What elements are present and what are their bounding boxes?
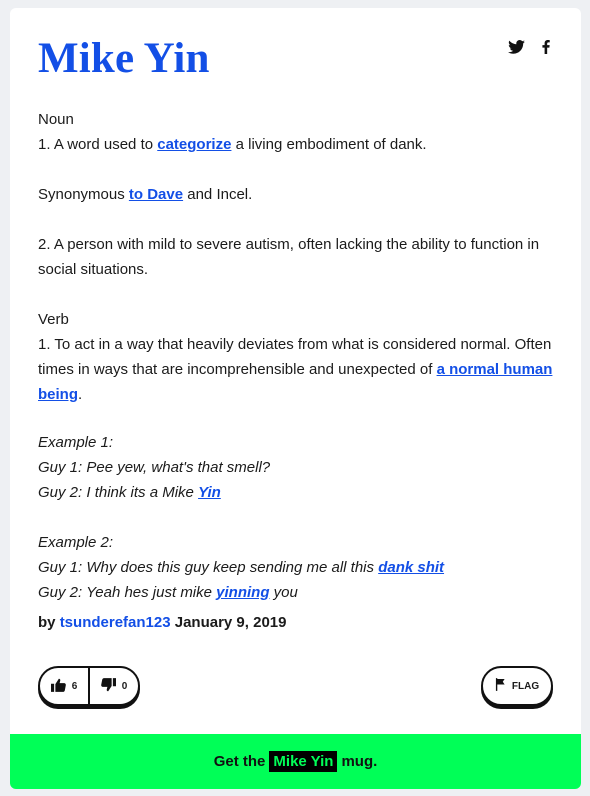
example-title: Example 1:	[38, 434, 114, 451]
example-text: you	[269, 584, 298, 601]
thumbs-up-icon	[50, 678, 66, 695]
meaning-line: 1. To act in a way that heavily deviates…	[38, 332, 563, 407]
meaning-text: .	[78, 386, 83, 403]
flag-button[interactable]: FLAG	[481, 666, 553, 706]
thumbs-down-icon	[100, 677, 116, 695]
link-to-dave[interactable]: to Dave	[129, 186, 183, 203]
twitter-icon[interactable]	[506, 38, 526, 56]
definition-card: Mike Yin Noun 1. A word used to categori…	[10, 8, 581, 789]
example-line: Guy 2: Yeah hes just mike yinning you	[38, 580, 563, 605]
author-link[interactable]: tsunderefan123	[60, 614, 171, 631]
example-line: Guy 1: Pee yew, what's that smell?	[38, 459, 271, 476]
example-line: Guy 2: I think its a Mike Yin	[38, 480, 563, 505]
meaning-text: Synonymous	[38, 186, 129, 203]
example-text: Guy 2: Yeah hes just mike	[38, 584, 217, 601]
part-of-speech-verb: Verb	[38, 311, 69, 328]
example-line: Guy 1: Why does this guy keep sending me…	[38, 555, 563, 580]
word-title[interactable]: Mike Yin	[38, 34, 210, 83]
meaning-text: a living embodiment of dank.	[231, 136, 427, 153]
meaning-line: 1. A word used to categorize a living em…	[38, 132, 563, 157]
downvote-count: 0	[121, 680, 128, 692]
example-text: Guy 1: Why does this guy keep sending me…	[38, 559, 379, 576]
mug-banner[interactable]: Get the Mike Yin mug.	[10, 734, 581, 789]
facebook-icon[interactable]	[536, 38, 556, 56]
upvote-button[interactable]: 6	[40, 668, 90, 704]
flag-label: FLAG	[511, 680, 540, 692]
example-title: Example 2:	[38, 534, 114, 551]
mug-word: Mike Yin	[269, 751, 338, 772]
link-dank-shit[interactable]: dank shit	[378, 559, 444, 576]
meaning-section: Noun 1. A word used to categorize a livi…	[38, 107, 563, 407]
part-of-speech-noun: Noun	[38, 111, 74, 128]
link-yinning[interactable]: yinning	[216, 584, 269, 601]
mug-post-text: mug.	[341, 753, 378, 770]
meaning-text: and Incel.	[183, 186, 253, 203]
by-label: by	[38, 614, 60, 631]
example-section: Example 1: Guy 1: Pee yew, what's that s…	[38, 430, 563, 605]
meaning-line: Synonymous to Dave and Incel.	[38, 182, 563, 207]
contributor: by tsunderefan123 January 9, 2019	[38, 614, 286, 631]
flag-icon	[495, 678, 506, 694]
meaning-line: 2. A person with mild to severe autism, …	[38, 236, 540, 278]
upvote-count: 6	[71, 680, 78, 692]
meaning-text: 1. A word used to	[38, 136, 158, 153]
mug-pre-text: Get the	[213, 753, 266, 770]
vote-buttons: 6 0	[38, 666, 140, 706]
link-categorize[interactable]: categorize	[157, 136, 231, 153]
link-yin[interactable]: Yin	[198, 484, 221, 501]
downvote-button[interactable]: 0	[90, 668, 138, 704]
post-date: January 9, 2019	[170, 614, 287, 631]
example-text: Guy 2: I think its a Mike	[38, 484, 199, 501]
